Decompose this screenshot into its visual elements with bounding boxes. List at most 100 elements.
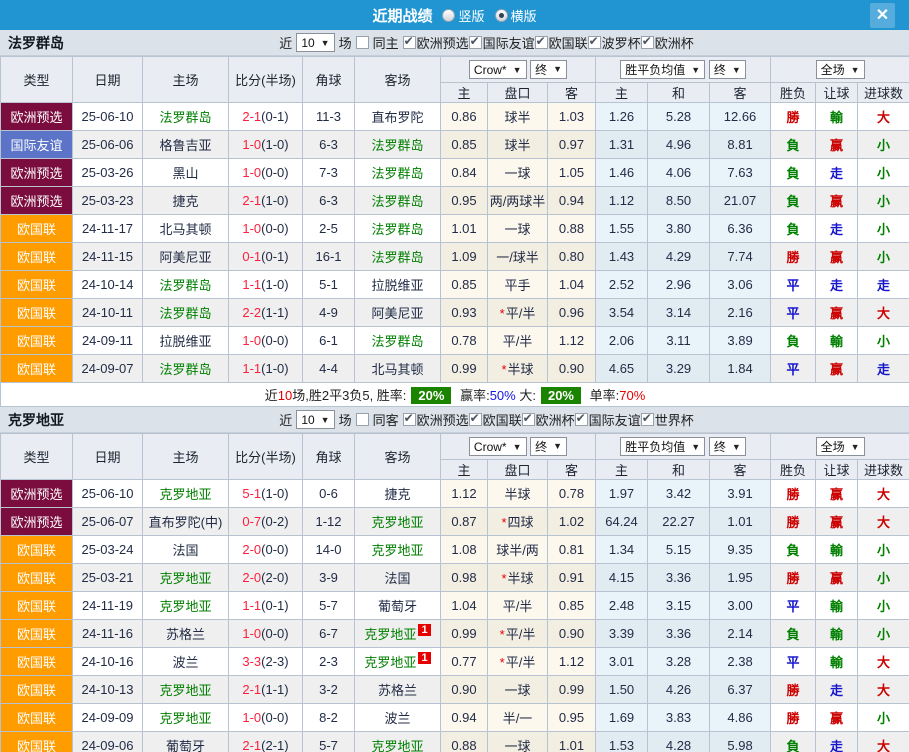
match-row: 欧国联24-09-07法罗群岛1-1(1-0)4-4北马其顿0.99*半球0.9… (1, 355, 909, 383)
league-checkbox[interactable] (641, 36, 654, 49)
score-cell: 1-1(1-0) (229, 271, 303, 299)
away-team-name: 法罗群岛 (371, 166, 423, 181)
handicap-cell: *平/半 (488, 299, 548, 327)
league-filter[interactable]: 波罗杯 (588, 33, 641, 52)
handicap-result-cell: 赢 (816, 508, 858, 536)
league-checkbox[interactable] (575, 413, 588, 426)
away-team-name: 克罗地亚 (371, 543, 423, 558)
avg-away-cell: 2.16 (710, 299, 771, 327)
goals-result-cell: 大 (858, 508, 909, 536)
avg-home-cell: 3.01 (596, 648, 648, 676)
league-filter-list: 欧洲预选欧国联欧洲杯国际友谊世界杯 (403, 410, 694, 429)
league-checkbox[interactable] (403, 413, 416, 426)
avg-draw-cell: 4.28 (648, 732, 710, 752)
odds-company-select[interactable]: Crow*▼ (469, 60, 527, 79)
summary-record: 场,胜2平3负5, 胜率: (292, 388, 406, 403)
chevron-down-icon: ▼ (691, 65, 700, 75)
odds-stage-select[interactable]: 终▼ (530, 60, 567, 79)
handicap-cell: *半球 (488, 564, 548, 592)
scope-select[interactable]: 全场▼ (816, 437, 865, 456)
result-cell: 負 (771, 536, 816, 564)
avg-home-cell: 1.31 (596, 131, 648, 159)
odds-home-cell: 0.84 (441, 159, 488, 187)
avg-draw-cell: 3.15 (648, 592, 710, 620)
league-filter[interactable]: 欧洲预选 (403, 410, 469, 429)
goals-result-cell: 大 (858, 676, 909, 704)
league-filter[interactable]: 欧国联 (469, 410, 522, 429)
team-name: 克罗地亚 (8, 410, 64, 430)
recent-count-select[interactable]: 10▼ (296, 33, 334, 52)
handicap-result-cell: 輸 (816, 648, 858, 676)
league-filter[interactable]: 欧洲杯 (522, 410, 575, 429)
odds-away-cell: 1.12 (548, 327, 596, 355)
close-button[interactable]: ✕ (870, 3, 895, 28)
avg-away-cell: 2.14 (710, 620, 771, 648)
same-away-checkbox[interactable] (356, 413, 369, 426)
league-filter[interactable]: 欧国联 (535, 33, 588, 52)
result-cell: 勝 (771, 676, 816, 704)
league-checkbox[interactable] (469, 413, 482, 426)
chevron-down-icon: ▼ (553, 441, 562, 451)
odds-away-cell: 1.04 (548, 271, 596, 299)
league-label: 欧国联 (549, 33, 588, 52)
match-row: 欧国联24-10-11法罗群岛2-2(1-1)4-9阿美尼亚0.93*平/半0.… (1, 299, 909, 327)
avg-stage-select[interactable]: 终▼ (709, 60, 746, 79)
handicap-cell: 平/半 (488, 327, 548, 355)
handicap-cell: 球半 (488, 103, 548, 131)
col-date: 日期 (73, 57, 143, 103)
result-cell: 勝 (771, 564, 816, 592)
league-filter[interactable]: 国际友谊 (469, 33, 535, 52)
league-checkbox[interactable] (403, 36, 416, 49)
avg-type-select[interactable]: 胜平负均值▼ (620, 437, 705, 456)
col-corner: 角球 (303, 434, 355, 480)
away-team-name: 波兰 (384, 711, 410, 726)
odds-company-select[interactable]: Crow*▼ (469, 437, 527, 456)
table-body-faroe: 欧洲预选25-06-10法罗群岛2-1(0-1)11-3直布罗陀0.86球半1.… (1, 103, 909, 383)
scope-select[interactable]: 全场▼ (816, 60, 865, 79)
radio-horizontal-layout[interactable]: 横版 (495, 6, 537, 25)
odds-home-cell: 1.09 (441, 243, 488, 271)
corner-cell: 16-1 (303, 243, 355, 271)
league-filter[interactable]: 欧洲杯 (641, 33, 694, 52)
result-cell: 勝 (771, 103, 816, 131)
score-cell: 1-0(0-0) (229, 159, 303, 187)
half-score: (0-0) (261, 221, 288, 236)
corner-cell: 2-5 (303, 215, 355, 243)
odds-home-cell: 0.95 (441, 187, 488, 215)
odds-home-cell: 0.85 (441, 271, 488, 299)
corner-cell: 6-3 (303, 131, 355, 159)
recent-count-select[interactable]: 10▼ (296, 410, 334, 429)
odds-away-cell: 0.91 (548, 564, 596, 592)
league-checkbox[interactable] (535, 36, 548, 49)
avg-draw-cell: 3.28 (648, 648, 710, 676)
match-date-cell: 25-03-26 (73, 159, 143, 187)
league-filter[interactable]: 欧洲预选 (403, 33, 469, 52)
match-row: 欧国联24-10-14法罗群岛1-1(1-0)5-1拉脱维亚0.85平手1.04… (1, 271, 909, 299)
odds-home-cell: 0.98 (441, 564, 488, 592)
league-filter[interactable]: 世界杯 (641, 410, 694, 429)
matches-table-faroe: 类型 日期 主场 比分(半场) 角球 客场 Crow*▼ 终▼ 胜平负均值▼ 终… (0, 56, 909, 407)
match-row: 欧国联24-11-17北马其顿1-0(0-0)2-5法罗群岛1.01一球0.88… (1, 215, 909, 243)
home-team-cell: 黑山 (143, 159, 229, 187)
match-row: 欧国联24-10-13克罗地亚2-1(1-1)3-2苏格兰0.90一球0.991… (1, 676, 909, 704)
league-filter-list: 欧洲预选国际友谊欧国联波罗杯欧洲杯 (403, 33, 694, 52)
radio-vertical-layout[interactable]: 竖版 (442, 6, 484, 25)
away-team-cell: 法罗群岛 (355, 131, 441, 159)
odds-home-cell: 0.93 (441, 299, 488, 327)
same-home-checkbox[interactable] (356, 36, 369, 49)
avg-stage-select[interactable]: 终▼ (709, 437, 746, 456)
avg-type-select[interactable]: 胜平负均值▼ (620, 60, 705, 79)
league-checkbox[interactable] (641, 413, 654, 426)
avg-home-cell: 1.46 (596, 159, 648, 187)
league-filter[interactable]: 国际友谊 (575, 410, 641, 429)
league-type-cell: 欧国联 (1, 620, 73, 648)
handicap-result-cell: 輸 (816, 327, 858, 355)
odds-stage-select[interactable]: 终▼ (530, 437, 567, 456)
league-checkbox[interactable] (469, 36, 482, 49)
league-checkbox[interactable] (588, 36, 601, 49)
league-checkbox[interactable] (522, 413, 535, 426)
avg-draw-cell: 3.80 (648, 215, 710, 243)
away-team-cell: 克罗地亚1 (355, 648, 441, 676)
league-type-cell: 欧国联 (1, 243, 73, 271)
avg-away-cell: 5.98 (710, 732, 771, 752)
